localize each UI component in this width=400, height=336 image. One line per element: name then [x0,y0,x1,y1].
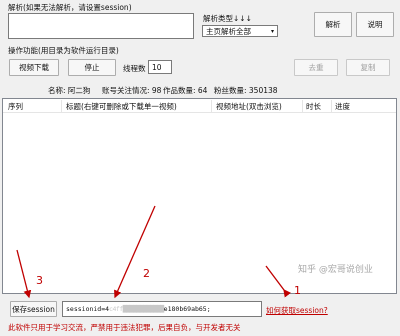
annotation-arrows [16,205,292,299]
annotation-label-1: 1 [294,284,301,297]
arrow-1 [265,265,292,298]
arrow-3 [16,249,32,299]
annotation-label-3: 3 [36,274,43,287]
annotation-label-2: 2 [143,267,150,280]
arrow-2 [114,205,156,299]
